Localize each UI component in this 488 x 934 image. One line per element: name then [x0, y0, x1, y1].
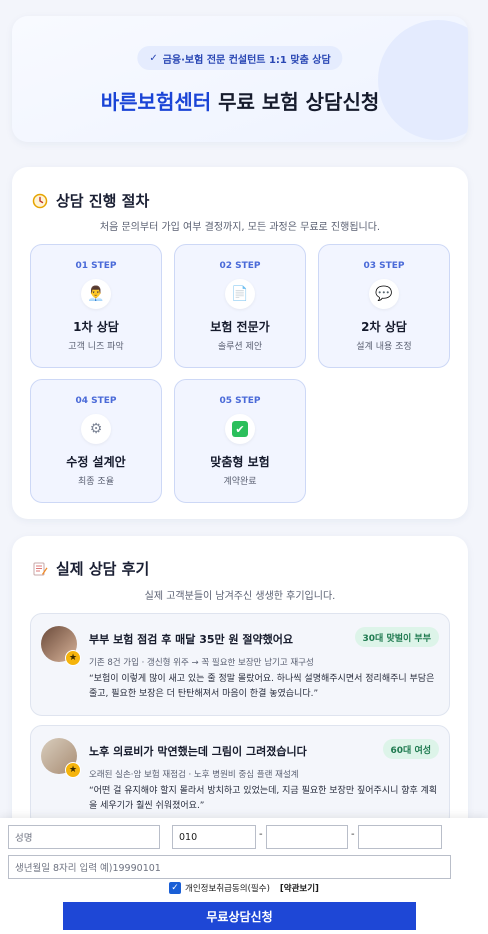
submit-button[interactable]: 무료상담신청 [63, 902, 416, 930]
star-icon: ★ [65, 650, 81, 666]
check-box-icon: ✔ [225, 414, 255, 444]
hero-banner: ✓ 금융·보험 전문 컨설턴트 1:1 맞춤 상담 바른보험센터 무료 보험 상… [12, 16, 468, 142]
review-meta: 기존 8건 가입 · 갱신형 위주 → 꼭 필요한 보장만 남기고 재구성 [89, 658, 314, 668]
process-section: 상담 진행 절차 처음 문의부터 가입 여부 결정까지, 모든 과정은 무료로 … [12, 167, 468, 519]
step-desc: 최종 조율 [78, 477, 114, 487]
check-icon: ✓ [149, 52, 158, 64]
step-desc: 설계 내용 조정 [356, 342, 412, 352]
step-name: 수정 설계안 [66, 455, 126, 469]
reviews-subtitle: 실제 고객분들이 남겨주신 생생한 후기입니다. [144, 591, 336, 602]
step-desc: 솔루션 제안 [217, 342, 263, 352]
privacy-label[interactable]: 개인정보취급동의(필수) [185, 882, 270, 894]
reviews-title: 실제 상담 후기 [56, 560, 150, 578]
hero-badge-label: 금융·보험 전문 컨설턴트 1:1 맞춤 상담 [162, 54, 331, 66]
check-box-glyph: ✔ [232, 421, 248, 437]
step-name: 보험 전문가 [210, 320, 270, 334]
review-tag: 60대 여성 [382, 739, 439, 759]
avatar: ★ [41, 626, 81, 666]
review-meta: 오래된 실손·암 보험 재점검 · 노후 병원비 중심 플랜 재설계 [89, 770, 299, 780]
title-rest: 무료 보험 상담신청 [211, 90, 380, 114]
star-icon: ★ [65, 762, 81, 778]
review-card-1: ★ 부부 보험 점검 후 매달 35만 원 절약했어요 30대 맞벌이 부부 기… [30, 613, 450, 716]
step-card-3: 03 STEP 💬 2차 상담 설계 내용 조정 [318, 244, 450, 368]
process-subtitle: 처음 문의부터 가입 여부 결정까지, 모든 과정은 무료로 진행됩니다. [99, 222, 381, 233]
step-card-5: 05 STEP ✔ 맞춤형 보험 계약완료 [174, 379, 306, 503]
review-title: 부부 보험 점검 후 매달 35만 원 절약했어요 [89, 633, 294, 646]
hero-badge: ✓ 금융·보험 전문 컨설턴트 1:1 맞춤 상담 [137, 46, 343, 70]
step-desc: 고객 니즈 파악 [68, 342, 124, 352]
reviews-section: 실제 상담 후기 실제 고객분들이 남겨주신 생생한 후기입니다. ★ 부부 보… [12, 536, 468, 836]
review-quote: “보험이 이렇게 많이 새고 있는 줄 정말 몰랐어요. 하나씩 설명해주시면서… [89, 674, 435, 699]
brand-name: 바른보험센터 [100, 90, 212, 114]
review-quote: “어떤 걸 유지해야 할지 몰라서 방치하고 있었는데, 지금 필요한 보장만 … [89, 786, 438, 811]
gear-icon: ⚙ [81, 414, 111, 444]
step-card-4: 04 STEP ⚙ 수정 설계안 최종 조율 [30, 379, 162, 503]
process-title: 상담 진행 절차 [56, 192, 150, 210]
step-number: 01 STEP [75, 261, 117, 271]
phone-dash: - [259, 829, 263, 840]
step-name: 맞춤형 보험 [210, 455, 270, 469]
step-card-1: 01 STEP 👨‍💼 1차 상담 고객 니즈 파악 [30, 244, 162, 368]
step-name: 2차 상담 [361, 320, 407, 334]
privacy-checkbox[interactable]: ✓ [169, 882, 182, 894]
memo-icon [33, 562, 48, 575]
phone-dash: - [351, 829, 355, 840]
review-tag: 30대 맞벌이 부부 [354, 627, 439, 647]
birthdate-input[interactable]: 생년월일 8자리 입력 예)19990101 [8, 855, 451, 879]
step-number: 02 STEP [219, 261, 261, 271]
privacy-agree-row: ✓ 개인정보취급동의(필수) [약관보기] [0, 882, 488, 894]
reviews-heading: 실제 상담 후기 [32, 558, 149, 579]
speech-bubble-icon: 💬 [369, 279, 399, 309]
consultant-icon: 👨‍💼 [81, 279, 111, 309]
name-input[interactable]: 성명 [8, 825, 160, 849]
clock-icon [32, 193, 48, 208]
step-number: 03 STEP [363, 261, 405, 271]
step-desc: 계약완료 [223, 477, 257, 487]
phone-last-input[interactable] [358, 825, 442, 849]
process-heading: 상담 진행 절차 [32, 190, 149, 211]
decorative-circle [378, 20, 468, 140]
phone-middle-input[interactable] [266, 825, 348, 849]
review-card-2: ★ 노후 의료비가 막연했는데 그림이 그려졌습니다 60대 여성 오래된 실손… [30, 725, 450, 828]
step-card-2: 02 STEP 📄 보험 전문가 솔루션 제안 [174, 244, 306, 368]
step-number: 05 STEP [219, 396, 261, 406]
step-number: 04 STEP [75, 396, 117, 406]
phone-prefix-input[interactable]: 010 [172, 825, 256, 849]
avatar: ★ [41, 738, 81, 778]
step-name: 1차 상담 [73, 320, 119, 334]
document-icon: 📄 [225, 279, 255, 309]
page-title: 바른보험센터 무료 보험 상담신청 [12, 86, 468, 115]
terms-link[interactable]: [약관보기] [280, 882, 319, 894]
review-title: 노후 의료비가 막연했는데 그림이 그려졌습니다 [89, 745, 307, 758]
